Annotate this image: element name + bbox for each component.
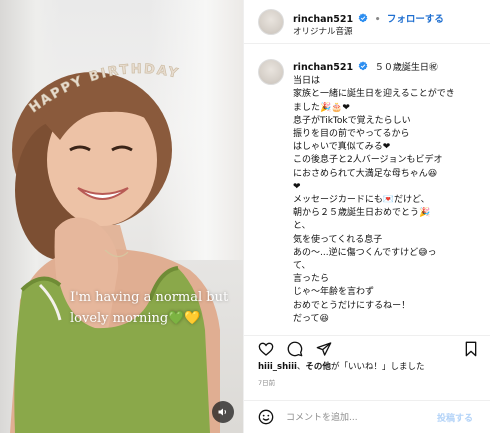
caption-line: あの〜...逆に傷つくんですけど😅っ	[293, 247, 437, 258]
caption-line: 息子がTikTokで覚えたらしい	[293, 115, 411, 126]
heart-icon[interactable]	[258, 341, 274, 357]
post-panel: rinchan521 • フォローする オリジナル音源 rinchan521 ５…	[243, 0, 490, 433]
caption-line: 朝から２５歳誕生日おめでとう🎉	[293, 208, 431, 219]
post-header: rinchan521 • フォローする オリジナル音源	[244, 0, 490, 44]
caption-head: rinchan521 ５０歳誕生日㊗	[293, 61, 438, 73]
caption-line: におさめられて大満足な母ちゃん😆	[293, 168, 438, 179]
video-overlay-text: I'm having a normal but lovely morning💚💛	[70, 287, 230, 329]
caption-line: だって😆	[293, 313, 329, 324]
smiley-icon[interactable]	[258, 409, 274, 425]
avatar[interactable]	[258, 59, 284, 85]
overlay-line: lovely morning💚💛	[70, 311, 201, 326]
caption-line: 当日は	[293, 76, 321, 87]
caption-title: ５０歳誕生日㊗	[374, 63, 438, 73]
caption-body: 当日は家族と一緒に誕生日を迎えることができ ました🎉🎂❤ 息子がTikTokで覚えた…	[293, 75, 483, 326]
caption-line: て、	[293, 261, 311, 272]
caption-line: この後息子と2人バージョンもビデオ	[293, 155, 443, 166]
caption-line: はしゃいで真似てみる❤	[293, 142, 391, 153]
bookmark-icon[interactable]	[463, 341, 479, 357]
caption-line: 言ったら	[293, 274, 330, 285]
birthday-crown: HAPPY BIRTHDAY	[28, 62, 181, 117]
post-date[interactable]: 7日前	[258, 377, 275, 387]
header-username[interactable]: rinchan521	[293, 14, 353, 25]
caption-line: おめでとうだけにするねー！	[293, 300, 411, 311]
caption: rinchan521 ５０歳誕生日㊗ 当日は家族と一緒に誕生日を迎えることができ…	[293, 61, 483, 326]
caption-area: rinchan521 ５０歳誕生日㊗ 当日は家族と一緒に誕生日を迎えることができ…	[244, 55, 490, 330]
action-bar	[244, 335, 490, 359]
caption-line: 家族と一緒に誕生日を迎えることができ	[293, 89, 455, 100]
comment-icon[interactable]	[287, 341, 303, 357]
avatar[interactable]	[258, 9, 284, 35]
caption-line: じゃ〜年齢を言わず	[293, 287, 375, 298]
likes-text-b: が「いいね！」しました	[330, 362, 425, 372]
caption-line: 振りを目の前でやってるから	[293, 129, 410, 140]
likes-others-link[interactable]: その他	[305, 362, 331, 372]
liker-username[interactable]: hiii_shiii	[258, 362, 297, 372]
follow-button[interactable]: フォローする	[387, 14, 444, 25]
comment-bar: 投稿する	[244, 400, 490, 433]
verified-badge-icon	[359, 13, 368, 23]
likes-line: hiii_shiii、その他が「いいね！」しました	[258, 360, 424, 372]
send-icon[interactable]	[316, 341, 332, 357]
caption-line: 気を使ってくれる息子	[293, 234, 383, 245]
caption-username[interactable]: rinchan521	[293, 62, 353, 73]
post-comment-button[interactable]: 投稿する	[437, 411, 473, 424]
caption-line: ました🎉🎂❤	[293, 102, 350, 113]
speaker-icon	[218, 408, 226, 416]
svg-text:HAPPY BIRTHDAY: HAPPY BIRTHDAY	[28, 62, 181, 116]
crown-text: HAPPY BIRTHDAY	[28, 62, 179, 117]
audio-link[interactable]: オリジナル音源	[293, 25, 353, 37]
sound-toggle-button[interactable]	[212, 401, 234, 423]
overlay-line: I'm having a normal but	[70, 290, 229, 305]
reel-video[interactable]: HAPPY BIRTHDAY I'm having a normal but l…	[0, 0, 243, 433]
caption-line: メッセージカードにも💌だけど、	[293, 195, 430, 206]
caption-line: と、	[293, 221, 311, 232]
caption-line: ❤	[293, 181, 301, 192]
header-user-line: rinchan521 • フォローする	[293, 11, 444, 25]
separator-dot: •	[374, 15, 381, 25]
comment-input[interactable]	[286, 410, 426, 426]
verified-badge-icon	[358, 61, 368, 71]
